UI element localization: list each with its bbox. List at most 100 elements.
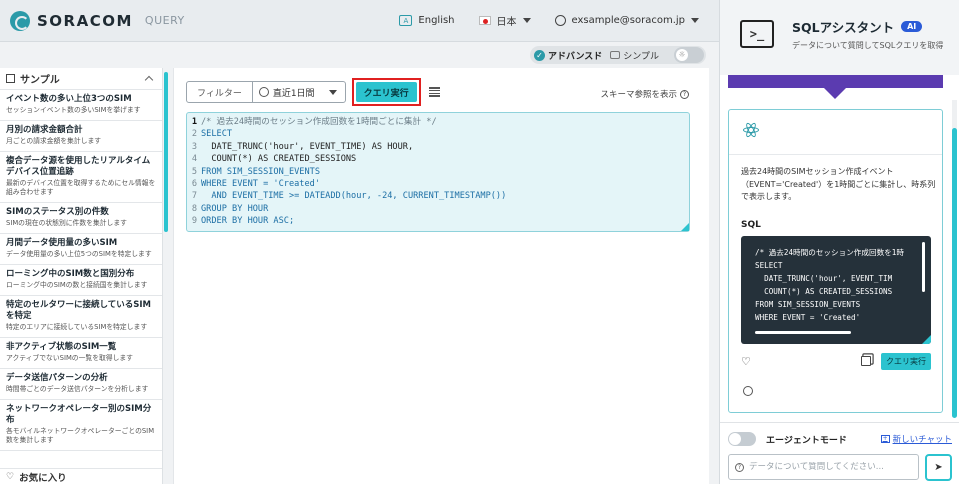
mode-advanced-option[interactable]: ✓ アドバンスド — [530, 47, 606, 63]
sql-assistant-panel: >_ SQLアシスタント AI データについて質問してSQLクエリを取得 過去2… — [719, 0, 959, 484]
clock-icon — [258, 87, 269, 97]
sample-list: イベント数の多い上位3つのSIM セッションイベント数の多いSIMを挙げます 月別の… — [0, 90, 162, 451]
line-number: 9 — [191, 216, 197, 227]
samples-section-title: サンプル — [20, 75, 60, 86]
run-query-button[interactable]: クエリ実行 — [355, 82, 417, 102]
assistant-scrollbar-thumb[interactable] — [952, 128, 957, 418]
assistant-scrollbar[interactable] — [952, 100, 957, 418]
sample-item[interactable]: 複合データ源を使用したリアルタイムデバイス位置追跡 最新のデバイス位置を取得するた… — [0, 152, 162, 203]
sql-code: 1/* 過去24時間のセッション作成回数を1時間ごとに集計 */2 SELECT 3… — [187, 116, 689, 228]
copy-icon[interactable] — [861, 356, 871, 366]
chat-input-box: ? — [728, 454, 919, 480]
agent-mode-label: エージェントモード — [766, 435, 847, 446]
assistant-run-query-button[interactable]: クエリ実行 — [881, 352, 931, 370]
filter-button[interactable]: フィルター — [187, 82, 253, 102]
check-icon: ✓ — [534, 49, 545, 61]
samples-section-header[interactable]: サンプル — [0, 68, 162, 90]
assistant-subtitle: データについて質問してSQLクエリを取得 — [792, 41, 944, 50]
soracom-logo[interactable]: SORACOM QUERY — [10, 10, 185, 31]
chevron-down-icon — [691, 18, 699, 23]
response-card-header — [729, 110, 942, 155]
code-line: 6 WHERE EVENT = 'Created' — [187, 178, 689, 190]
sample-item-description: 特定のエリアに接続しているSIMを特定します — [6, 323, 148, 331]
chevron-up-icon — [144, 75, 154, 85]
history-icon[interactable] — [743, 386, 753, 396]
sun-icon: ☼ — [676, 49, 688, 61]
line-number: 4 — [191, 154, 197, 165]
ai-badge: AI — [901, 21, 923, 32]
code-text: DATE_TRUNC('hour', EVENT_TIME) AS HOUR, — [201, 141, 414, 152]
sample-item-description: 時間帯ごとのデータ送信パターンを分析します — [6, 385, 149, 393]
sample-item[interactable]: イベント数の多い上位3つのSIM セッションイベント数の多いSIMを挙げます — [0, 90, 162, 121]
user-menu[interactable]: exsample@soracom.jp — [554, 15, 699, 26]
code-text: ORDER BY HOUR ASC; — [201, 216, 295, 227]
question-icon: ? — [735, 462, 744, 472]
sample-item[interactable]: 月間データ使用量の多いSIM データ使用量の多い上位5つのSIMを特定します — [0, 234, 162, 265]
assistant-response-card: 過去24時間のSIMセッション作成イベント（EVENT='Created'）を1… — [728, 109, 943, 413]
top-header: SORACOM QUERY A English 日本 exsample@sora… — [0, 0, 719, 42]
sample-item[interactable]: ローミング中のSIM数と国別分布ローミング中のSIMの数と接続国を集計します — [0, 265, 162, 296]
new-chat-label: 新しいチャット — [892, 435, 952, 445]
sample-item[interactable]: 非アクティブ状態のSIM一覧 アクティブでないSIMの一覧を取得します — [0, 338, 162, 369]
editor-resize-handle[interactable] — [681, 223, 689, 231]
line-number: 7 — [191, 191, 197, 202]
sample-item-title: ネットワークオペレーター別のSIM分布 — [6, 404, 152, 425]
sample-item[interactable]: SIMのステータス別の件数 SIMの現在の状態別に件数を集計します — [0, 203, 162, 234]
sql-label: SQL — [741, 220, 761, 230]
line-number: 8 — [191, 203, 197, 214]
language-switch[interactable]: A English — [399, 15, 455, 26]
code-line: 4 COUNT(*) AS CREATED_SESSIONS — [187, 153, 689, 165]
favorites-label: お気に入り — [19, 472, 67, 484]
favorites-section-header[interactable]: ♡ お気に入り — [0, 468, 162, 484]
sample-item-title: イベント数の多い上位3つのSIM — [6, 94, 132, 104]
region-select[interactable]: 日本 — [478, 13, 531, 28]
code-line: 3 DATE_TRUNC('hour', EVENT_TIME) AS HOUR… — [187, 141, 689, 153]
sql-editor[interactable]: 1/* 過去24時間のセッション作成回数を1時間ごとに集計 */2 SELECT 3… — [186, 112, 690, 232]
sidebar-scrollbar[interactable] — [163, 68, 169, 484]
plus-chat-icon: + — [880, 435, 890, 443]
sample-item[interactable]: データ送信パターンの分析時間帯ごとのデータ送信パターンを分析します — [0, 369, 162, 400]
response-text: 過去24時間のSIMセッション作成イベント（EVENT='Created'）を1… — [741, 167, 936, 201]
sql-preview-resize-handle[interactable] — [922, 335, 931, 344]
new-chat-link[interactable]: + 新しいチャット — [880, 433, 952, 445]
assistant-footer: エージェントモード + 新しいチャット ? ➤ — [720, 422, 959, 484]
sample-item[interactable]: 月別の請求金額合計 月ごとの請求金額を集計します — [0, 121, 162, 152]
chevron-down-icon — [522, 18, 531, 23]
mode-simple-option[interactable]: シンプル — [606, 47, 663, 63]
sample-item-title: 月間データ使用量の多いSIM — [6, 238, 118, 248]
sql-preview[interactable]: /* 過去24時間のセッション作成回数を1時 SELECT DATE_TRUNC… — [741, 236, 931, 344]
agent-mode-toggle[interactable] — [728, 432, 756, 446]
user-icon — [554, 15, 566, 26]
query-toolbar: フィルター 直近1日間 クエリ実行 — [186, 78, 440, 106]
sample-item-title: データ送信パターンの分析 — [6, 373, 108, 383]
samples-icon — [6, 74, 15, 83]
sample-item-title: ローミング中のSIM数と国別分布 — [6, 269, 135, 279]
code-text: COUNT(*) AS CREATED_SESSIONS — [201, 154, 357, 165]
bubble-pointer — [824, 88, 846, 99]
sample-item-description: SIMの現在の状態別に件数を集計します — [6, 219, 127, 227]
sql-preview-vscroll[interactable] — [922, 242, 925, 292]
show-schema-link[interactable]: スキーマ参照を表示 ? — [600, 88, 689, 100]
header-controls: A English 日本 exsample@soracom.jp — [399, 13, 699, 28]
code-text: GROUP BY HOUR — [201, 203, 269, 214]
assistant-title-text: SQLアシスタント — [792, 20, 895, 35]
line-number: 1 — [191, 117, 197, 127]
sample-item-description: ローミング中のSIMの数と接続国を集計します — [6, 281, 148, 289]
code-text: AND EVENT_TIME >= DATEADD(hour, -24, CUR… — [201, 191, 507, 202]
chat-input[interactable] — [749, 462, 914, 472]
sample-item[interactable]: ネットワークオペレーター別のSIM分布 各モバイルネットワークオペレーターごとのS… — [0, 400, 162, 451]
sidebar-scrollbar-thumb[interactable] — [164, 72, 168, 232]
query-editor-pane: フィルター 直近1日間 クエリ実行 スキーマ参照を表示 ? 1 /* 過去24時間… — [173, 68, 709, 484]
heart-icon[interactable]: ♡ — [741, 355, 751, 368]
help-icon: ? — [680, 89, 689, 99]
send-button[interactable]: ➤ — [925, 454, 952, 481]
theme-toggle[interactable]: ☼ — [674, 47, 704, 63]
sample-item-title: 特定のセルタワーに接続しているSIMを特定 — [6, 300, 151, 321]
sql-preview-hscroll[interactable] — [755, 331, 851, 334]
sample-item[interactable]: 特定のセルタワーに接続しているSIMを特定特定のエリアに接続しているSIMを特定… — [0, 296, 162, 338]
send-icon: ➤ — [934, 462, 943, 473]
time-range-select[interactable]: 直近1日間 — [253, 86, 345, 99]
line-number: 5 — [191, 166, 197, 177]
filter-control: フィルター 直近1日間 — [186, 81, 346, 103]
format-icon[interactable] — [428, 87, 440, 97]
